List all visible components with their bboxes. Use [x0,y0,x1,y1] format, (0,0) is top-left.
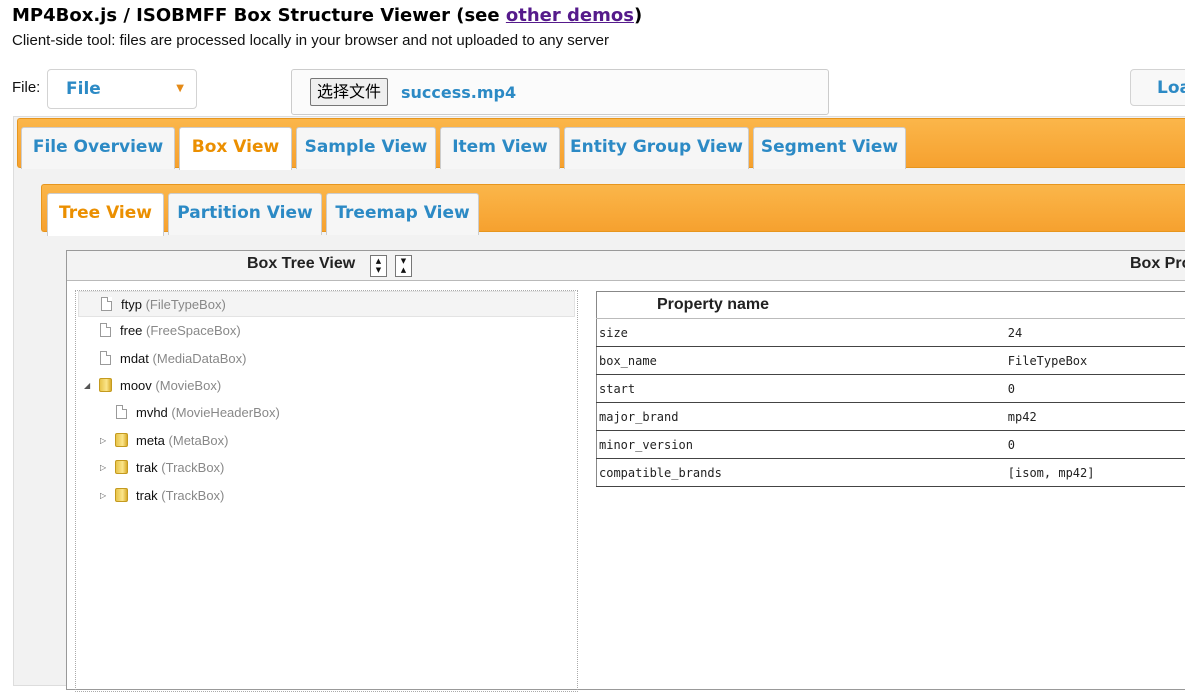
property-name: box_name [597,347,761,375]
file-icon [101,297,112,311]
selected-file-name: success.mp4 [401,83,516,102]
page-title: MP4Box.js / ISOBMFF Box Structure Viewer… [12,5,642,26]
box-type: (MovieBox) [155,378,221,393]
load-button[interactable]: Loa [1130,69,1185,106]
box-type: (FreeSpaceBox) [146,323,241,338]
table-row: compatible_brands [isom, mp42] [597,459,1185,487]
property-name: minor_version [597,431,761,459]
tab-sample-view[interactable]: Sample View [296,127,436,169]
file-icon [100,351,111,365]
property-name: start [597,375,761,403]
file-label: File: [12,79,40,96]
choose-file-button[interactable]: 选择文件 [310,78,388,106]
property-value: [isom, mp42] [761,459,1185,487]
main-tabbar: File Overview Box View Sample View Item … [17,118,1185,168]
folder-icon [115,433,128,447]
folder-icon [99,378,112,392]
expanded-triangle-icon[interactable]: ◢ [84,373,90,399]
title-text: MP4Box.js / ISOBMFF Box Structure Viewer… [12,5,506,26]
folder-icon [115,488,128,502]
collapsed-triangle-icon[interactable]: ▷ [100,428,106,454]
box-properties-title: Box Pro [1130,255,1185,273]
tab-treemap-view[interactable]: Treemap View [326,193,479,235]
source-select[interactable]: File ▼ [47,69,197,109]
property-value: 0 [761,431,1185,459]
tab-box-view[interactable]: Box View [179,127,292,170]
tab-entity-group-view[interactable]: Entity Group View [564,127,749,169]
box-name: free [120,323,142,338]
tab-item-view[interactable]: Item View [440,127,560,169]
property-value: 0 [761,375,1185,403]
tree-item[interactable]: ▷ trak (TrackBox) [78,455,575,481]
file-icon [100,323,111,337]
other-demos-link[interactable]: other demos [506,5,634,26]
table-row: major_brand mp42 [597,403,1185,431]
box-type: (TrackBox) [161,460,224,475]
box-view-content: Box Tree View ▲▼ ▼▲ Box Pro ftyp (FileTy… [66,250,1185,690]
sub-tabbar: Tree View Partition View Treemap View [41,184,1185,232]
folder-icon [115,460,128,474]
table-row: minor_version 0 [597,431,1185,459]
caret-down-icon: ▼ [176,83,184,94]
tree-item[interactable]: mvhd (MovieHeaderBox) [78,400,575,426]
collapsed-triangle-icon[interactable]: ▷ [100,455,106,481]
box-name: trak [136,488,158,503]
main-panel: File Overview Box View Sample View Item … [13,116,1185,686]
box-tree-view-title: Box Tree View [247,255,355,273]
sort-toggle-icon[interactable]: ▲▼ [370,255,387,277]
box-name: meta [136,433,165,448]
box-type: (TrackBox) [161,488,224,503]
box-name: mvhd [136,405,168,420]
property-name: size [597,319,761,347]
property-value: mp42 [761,403,1185,431]
collapse-toggle-icon[interactable]: ▼▲ [395,255,412,277]
tab-partition-view[interactable]: Partition View [168,193,322,235]
table-header-row: Property name [597,292,1185,319]
box-type: (MediaDataBox) [153,351,247,366]
table-row: box_name FileTypeBox [597,347,1185,375]
tree-item[interactable]: mdat (MediaDataBox) [78,346,575,372]
property-name-header: Property name [597,292,1185,319]
file-icon [116,405,127,419]
content-header: Box Tree View ▲▼ ▼▲ Box Pro [67,251,1185,281]
tab-tree-view[interactable]: Tree View [47,193,164,236]
box-name: trak [136,460,158,475]
box-name: ftyp [121,297,142,312]
table-row: start 0 [597,375,1185,403]
property-name: compatible_brands [597,459,761,487]
file-input[interactable]: 选择文件 success.mp4 [291,69,829,115]
property-value: 24 [761,319,1185,347]
tree-item[interactable]: ftyp (FileTypeBox) [78,291,575,317]
box-name: moov [120,378,152,393]
box-type: (FileTypeBox) [146,297,226,312]
box-name: mdat [120,351,149,366]
property-value: FileTypeBox [761,347,1185,375]
box-type: (MetaBox) [169,433,229,448]
tree-item[interactable]: ▷ trak (TrackBox) [78,483,575,509]
source-select-value: File [66,79,101,99]
box-type: (MovieHeaderBox) [171,405,279,420]
tab-file-overview[interactable]: File Overview [21,127,175,169]
tree-item[interactable]: ▷ meta (MetaBox) [78,428,575,454]
page-subtitle: Client-side tool: files are processed lo… [12,32,609,49]
tree-item[interactable]: ◢ moov (MovieBox) [78,373,575,399]
box-properties-table: Property name size 24 box_name FileTypeB… [596,291,1185,487]
collapsed-triangle-icon[interactable]: ▷ [100,483,106,509]
table-row: size 24 [597,319,1185,347]
box-tree: ftyp (FileTypeBox) free (FreeSpaceBox) m… [75,290,578,692]
title-suffix: ) [634,5,642,26]
tab-segment-view[interactable]: Segment View [753,127,906,169]
property-name: major_brand [597,403,761,431]
tree-item[interactable]: free (FreeSpaceBox) [78,318,575,344]
